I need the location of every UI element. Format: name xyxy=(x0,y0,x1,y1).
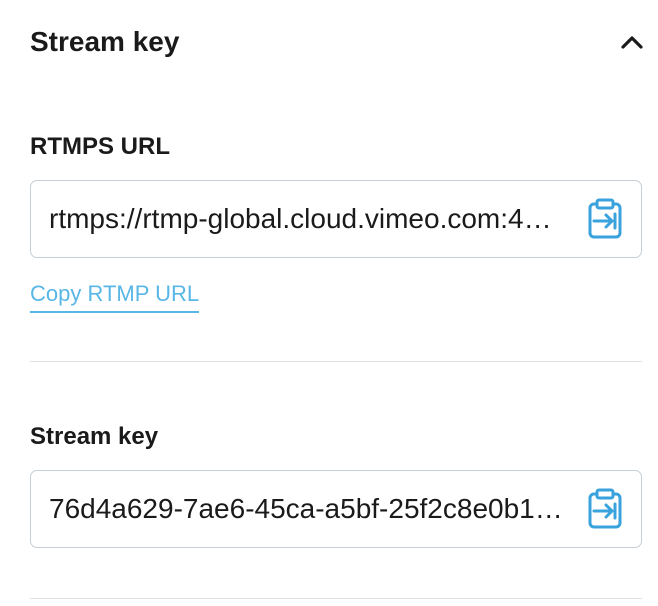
divider xyxy=(30,361,642,362)
rtmps-url-value[interactable]: rtmps://rtmp-global.cloud.vimeo.com:443/… xyxy=(49,203,585,235)
stream-key-value[interactable]: 76d4a629-7ae6-45ca-a5bf-25f2c8e0b1d4 xyxy=(49,493,585,525)
clipboard-copy-icon[interactable] xyxy=(585,486,625,532)
clipboard-copy-icon[interactable] xyxy=(585,196,625,242)
section-header[interactable]: Stream key xyxy=(30,20,643,64)
divider xyxy=(30,598,642,599)
copy-rtmp-url-link[interactable]: Copy RTMP URL xyxy=(30,281,200,313)
stream-key-field[interactable]: 76d4a629-7ae6-45ca-a5bf-25f2c8e0b1d4 xyxy=(30,470,642,548)
rtmps-url-field[interactable]: rtmps://rtmp-global.cloud.vimeo.com:443/… xyxy=(30,180,642,258)
stream-key-label: Stream key xyxy=(30,423,159,450)
chevron-up-icon[interactable] xyxy=(616,26,648,58)
rtmps-url-label: RTMPS URL xyxy=(30,133,170,160)
section-title: Stream key xyxy=(30,26,180,57)
stream-key-panel: Stream key RTMPS URL rtmps://rtmp-global… xyxy=(0,0,658,606)
